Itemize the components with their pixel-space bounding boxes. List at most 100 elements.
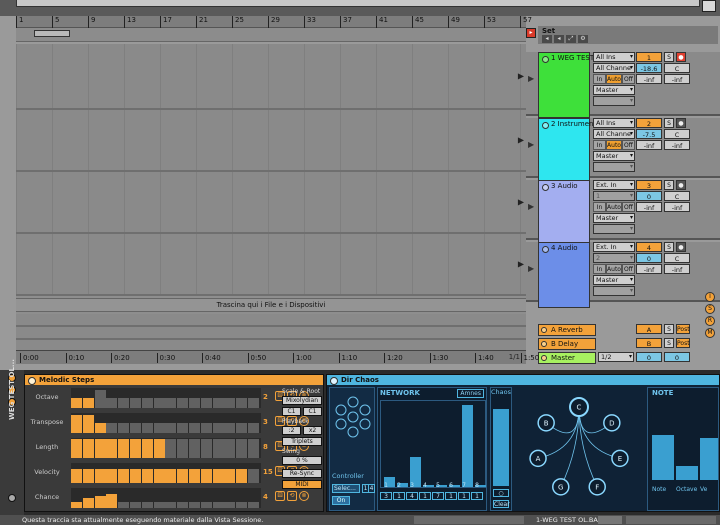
volume-field[interactable]: -7.5: [636, 129, 662, 139]
step-bar[interactable]: [94, 423, 106, 433]
return-lane[interactable]: [16, 327, 526, 340]
volume-field[interactable]: 0: [636, 191, 662, 201]
set-expand-icon[interactable]: ⤢: [566, 35, 576, 43]
step-count[interactable]: 3: [263, 418, 268, 426]
step-bar[interactable]: [236, 398, 248, 408]
track-title[interactable]: 2 Instrumen: [538, 118, 593, 184]
step-bar[interactable]: [212, 502, 224, 508]
set-back-icon[interactable]: ◂: [542, 35, 552, 43]
step-bar[interactable]: [189, 502, 200, 508]
step-bar[interactable]: [165, 398, 177, 408]
track-activator-icon[interactable]: [542, 56, 549, 63]
midi-button[interactable]: MIDI: [282, 480, 322, 489]
network-bar[interactable]: [462, 405, 473, 487]
return-solo-button[interactable]: S: [664, 338, 674, 348]
cue-out-select[interactable]: 1/2: [598, 352, 634, 362]
note-bar[interactable]: [676, 466, 698, 480]
step-count[interactable]: 8: [263, 443, 268, 451]
dir-chaos-title[interactable]: Dir Chaos: [327, 375, 719, 385]
network-value[interactable]: 1: [445, 492, 457, 500]
track-title[interactable]: 4 Audio: [538, 242, 590, 308]
monitor-auto-button[interactable]: Auto: [606, 264, 622, 274]
step-bars[interactable]: [71, 388, 261, 408]
track-lane[interactable]: ▶: [16, 172, 526, 234]
step-bar[interactable]: [71, 502, 82, 508]
input-channel-select[interactable]: 1: [593, 191, 635, 201]
arm-button[interactable]: ●: [676, 242, 686, 252]
clip-stop-icon[interactable]: ▶: [518, 198, 524, 207]
step-bar[interactable]: [118, 502, 130, 508]
step-bar[interactable]: [189, 423, 200, 433]
step-bar[interactable]: [130, 439, 141, 458]
monitor-auto-button[interactable]: Auto: [606, 74, 622, 84]
monitor-auto-button[interactable]: Auto: [606, 140, 622, 150]
note-bar[interactable]: [652, 434, 674, 480]
step-count[interactable]: 2: [263, 393, 268, 401]
return-post-button[interactable]: Post: [676, 324, 690, 334]
input-type-select[interactable]: Ext. In: [593, 180, 635, 190]
step-bar[interactable]: [236, 502, 248, 508]
step-bar[interactable]: [177, 423, 189, 433]
step-bar[interactable]: [200, 439, 212, 458]
step-bar[interactable]: [200, 502, 212, 508]
step-bar[interactable]: [118, 423, 130, 433]
solo-button[interactable]: S: [664, 180, 674, 190]
arm-button[interactable]: ●: [676, 118, 686, 128]
solo-button[interactable]: S: [664, 242, 674, 252]
network-plot[interactable]: [380, 400, 486, 488]
clip-stop-icon[interactable]: ▶: [528, 74, 534, 83]
arm-button[interactable]: ●: [676, 52, 686, 62]
set-forward-icon[interactable]: ◂: [554, 35, 564, 43]
step-bar[interactable]: [71, 398, 82, 408]
step-bar[interactable]: [248, 423, 259, 433]
track-lane[interactable]: ▶: [16, 110, 526, 172]
track-number-button[interactable]: 4: [636, 242, 662, 252]
step-bar[interactable]: [200, 469, 212, 483]
step-bar[interactable]: [236, 439, 248, 458]
track-title[interactable]: 1 WEG TEST: [538, 52, 594, 118]
step-count[interactable]: 15: [263, 468, 273, 476]
controller-select[interactable]: Selec...: [332, 484, 360, 493]
monitor-in-button[interactable]: In: [593, 264, 607, 274]
step-bar[interactable]: [82, 439, 94, 458]
return-letter[interactable]: A: [636, 324, 662, 334]
toggle-mixer-icon[interactable]: M: [705, 328, 715, 338]
controller-n2[interactable]: 4: [368, 484, 375, 493]
step-bar[interactable]: [212, 423, 224, 433]
step-bar[interactable]: [153, 439, 165, 458]
return-post-button[interactable]: Post: [676, 338, 690, 348]
step-bar[interactable]: [141, 398, 153, 408]
track-lane[interactable]: ▶: [16, 44, 526, 110]
pan-field[interactable]: C: [664, 191, 690, 201]
master-pan[interactable]: 0: [664, 352, 690, 362]
step-bar[interactable]: [200, 398, 212, 408]
step-bar[interactable]: [141, 502, 153, 508]
step-bar[interactable]: [141, 439, 153, 458]
step-bars[interactable]: [71, 413, 261, 433]
volume-field[interactable]: -18.6: [636, 63, 662, 73]
step-bar[interactable]: [106, 469, 118, 483]
melodic-steps-title[interactable]: Melodic Steps: [25, 375, 323, 385]
output-select[interactable]: Master: [593, 85, 635, 95]
step-bar[interactable]: [106, 494, 118, 508]
step-bar[interactable]: [248, 502, 259, 508]
step-bar[interactable]: [118, 398, 130, 408]
step-bar[interactable]: [106, 423, 118, 433]
output-channel-select[interactable]: [593, 162, 635, 172]
step-bar[interactable]: [177, 469, 189, 483]
network-value[interactable]: 1: [393, 492, 405, 500]
step-bar[interactable]: [71, 469, 82, 483]
input-channel-select[interactable]: 2: [593, 253, 635, 263]
step-bar[interactable]: [130, 502, 141, 508]
step-bar[interactable]: [94, 496, 106, 508]
step-bar[interactable]: [153, 469, 165, 483]
output-select[interactable]: Master: [593, 275, 635, 285]
resync-button[interactable]: Re-Sync: [282, 469, 322, 478]
step-bar[interactable]: [106, 398, 118, 408]
master-activator-icon[interactable]: [541, 355, 547, 361]
loop-bar[interactable]: [16, 28, 526, 42]
track-activator-icon[interactable]: [542, 246, 549, 253]
master-volume[interactable]: 0: [636, 352, 662, 362]
set-settings-icon[interactable]: ⚙: [578, 35, 588, 43]
overview-bar[interactable]: [16, 0, 700, 7]
